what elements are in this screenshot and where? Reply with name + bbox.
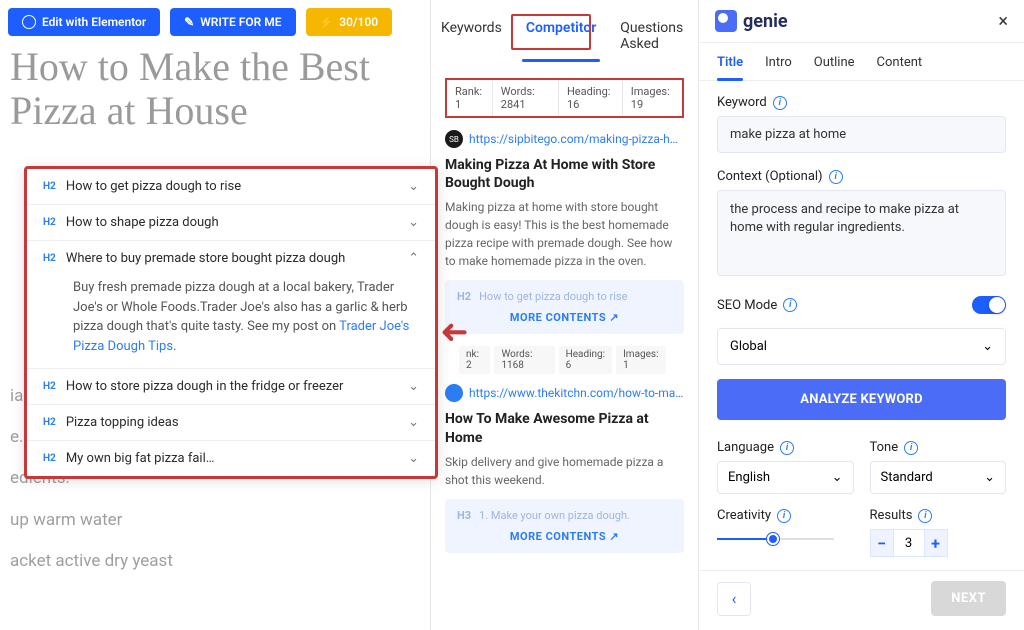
- results-value: 3: [894, 529, 924, 557]
- competitor-url[interactable]: https://www.thekitchn.com/how-to-make-r…: [469, 386, 684, 400]
- increment-button[interactable]: +: [924, 529, 948, 557]
- next-button[interactable]: NEXT: [931, 581, 1006, 616]
- tab-intro[interactable]: Intro: [765, 55, 792, 80]
- competitor-card: nk: 2 Words: 1168 Heading: 6 Images: 1 h…: [445, 346, 684, 552]
- seo-mode-toggle[interactable]: [972, 296, 1006, 314]
- tab-competitor[interactable]: Competitor: [522, 16, 600, 60]
- chevron-down-icon: ⌄: [408, 451, 419, 466]
- annotation-arrow: ➜: [440, 312, 469, 352]
- competitor-card: SB https://sipbitego.com/making-pizza-ho…: [445, 130, 684, 334]
- analyze-keyword-button[interactable]: ANALYZE KEYWORD: [717, 379, 1006, 420]
- back-button[interactable]: ‹: [717, 582, 751, 616]
- chevron-down-icon: ⌄: [408, 379, 419, 394]
- heading-text: How to get pizza dough to rise: [66, 179, 398, 194]
- chevron-down-icon: ⌄: [984, 470, 995, 485]
- competitor-title: Making Pizza At Home with Store Bought D…: [445, 156, 684, 192]
- context-input[interactable]: the process and recipe to make pizza at …: [717, 190, 1006, 276]
- keyword-label: Keywordi: [717, 95, 1006, 110]
- more-contents-link[interactable]: MORE CONTENTS ↗: [510, 530, 619, 543]
- accordion-item[interactable]: H2 My own big fat pizza fail… ⌄: [27, 441, 435, 476]
- info-icon[interactable]: i: [829, 170, 843, 184]
- competitor-desc: Making pizza at home with store bought d…: [445, 198, 684, 270]
- close-icon[interactable]: ×: [998, 11, 1008, 32]
- accordion-item[interactable]: H2 How to store pizza dough in the fridg…: [27, 368, 435, 405]
- keyword-input[interactable]: [717, 116, 1006, 153]
- language-select[interactable]: English⌄: [717, 461, 854, 494]
- competitor-stats: nk: 2 Words: 1168 Heading: 6 Images: 1: [459, 346, 670, 374]
- context-label: Context (Optional)i: [717, 169, 1006, 184]
- competitor-desc: Skip delivery and give homemade pizza a …: [445, 453, 684, 489]
- competitor-panel: Keywords Competitor Questions Asked Rank…: [430, 0, 698, 630]
- region-select[interactable]: Global⌄: [717, 328, 1006, 365]
- tab-outline[interactable]: Outline: [814, 55, 855, 80]
- favicon: [445, 384, 463, 402]
- decrement-button[interactable]: −: [870, 529, 894, 557]
- chevron-down-icon: ⌄: [982, 339, 993, 354]
- info-icon[interactable]: i: [904, 441, 918, 455]
- credits-label: 30/100: [339, 15, 378, 29]
- language-label: Languagei: [717, 440, 854, 455]
- info-icon[interactable]: i: [773, 96, 787, 110]
- chevron-down-icon: ⌄: [408, 179, 419, 194]
- edit-elementor-label: Edit with Elementor: [42, 15, 146, 29]
- results-label: Resultsi: [870, 508, 1007, 523]
- seo-mode-label: SEO Modei: [717, 298, 797, 313]
- accordion-item[interactable]: H2 Pizza topping ideas ⌄: [27, 405, 435, 441]
- competitor-stats: Rank: 1 Words: 2841 Heading: 16 Images: …: [445, 78, 684, 118]
- tab-questions[interactable]: Questions Asked: [616, 16, 692, 60]
- elementor-icon: [22, 15, 36, 29]
- tab-keywords[interactable]: Keywords: [437, 16, 506, 60]
- chevron-down-icon: ⌄: [408, 215, 419, 230]
- pen-icon: ✎: [184, 15, 194, 29]
- info-icon[interactable]: i: [783, 298, 797, 312]
- info-icon[interactable]: i: [777, 509, 791, 523]
- results-stepper[interactable]: − 3 +: [870, 529, 1007, 557]
- write-for-me-button[interactable]: ✎ WRITE FOR ME: [170, 8, 295, 36]
- accordion-body: Buy fresh premade pizza dough at a local…: [27, 276, 435, 368]
- info-icon[interactable]: i: [918, 509, 932, 523]
- tab-content[interactable]: Content: [877, 55, 923, 80]
- tab-title[interactable]: Title: [717, 55, 743, 80]
- chevron-down-icon: ⌄: [408, 415, 419, 430]
- info-icon[interactable]: i: [780, 441, 794, 455]
- accordion-item[interactable]: H2 How to get pizza dough to rise ⌄: [27, 169, 435, 205]
- more-contents-link[interactable]: MORE CONTENTS ↗: [510, 311, 619, 324]
- creativity-slider[interactable]: [717, 531, 854, 547]
- genie-icon: [715, 10, 737, 32]
- genie-logo: genie: [715, 10, 788, 32]
- favicon: SB: [445, 130, 463, 148]
- creativity-label: Creativityi: [717, 508, 854, 523]
- chevron-up-icon: ⌃: [408, 251, 419, 266]
- write-for-me-label: WRITE FOR ME: [200, 15, 281, 29]
- tone-label: Tonei: [870, 440, 1007, 455]
- competitor-url[interactable]: https://sipbitego.com/making-pizza-hom…: [469, 132, 684, 146]
- edit-elementor-button[interactable]: Edit with Elementor: [8, 8, 160, 36]
- tone-select[interactable]: Standard⌄: [870, 461, 1007, 494]
- accordion-item-expanded[interactable]: H2 Where to buy premade store bought piz…: [27, 241, 435, 276]
- credits-button[interactable]: 30/100: [306, 8, 393, 36]
- accordion-item[interactable]: H2 How to shape pizza dough ⌄: [27, 205, 435, 241]
- heading-tag: H2: [43, 181, 56, 192]
- post-title: How to Make the Best Pizza at House: [10, 45, 420, 133]
- genie-panel: genie × Title Intro Outline Content Keyw…: [698, 0, 1024, 630]
- bolt-icon: [320, 15, 334, 29]
- chevron-down-icon: ⌄: [832, 470, 843, 485]
- competitor-title: How To Make Awesome Pizza at Home: [445, 410, 684, 446]
- headings-overlay: H2 How to get pizza dough to rise ⌄ H2 H…: [24, 166, 438, 479]
